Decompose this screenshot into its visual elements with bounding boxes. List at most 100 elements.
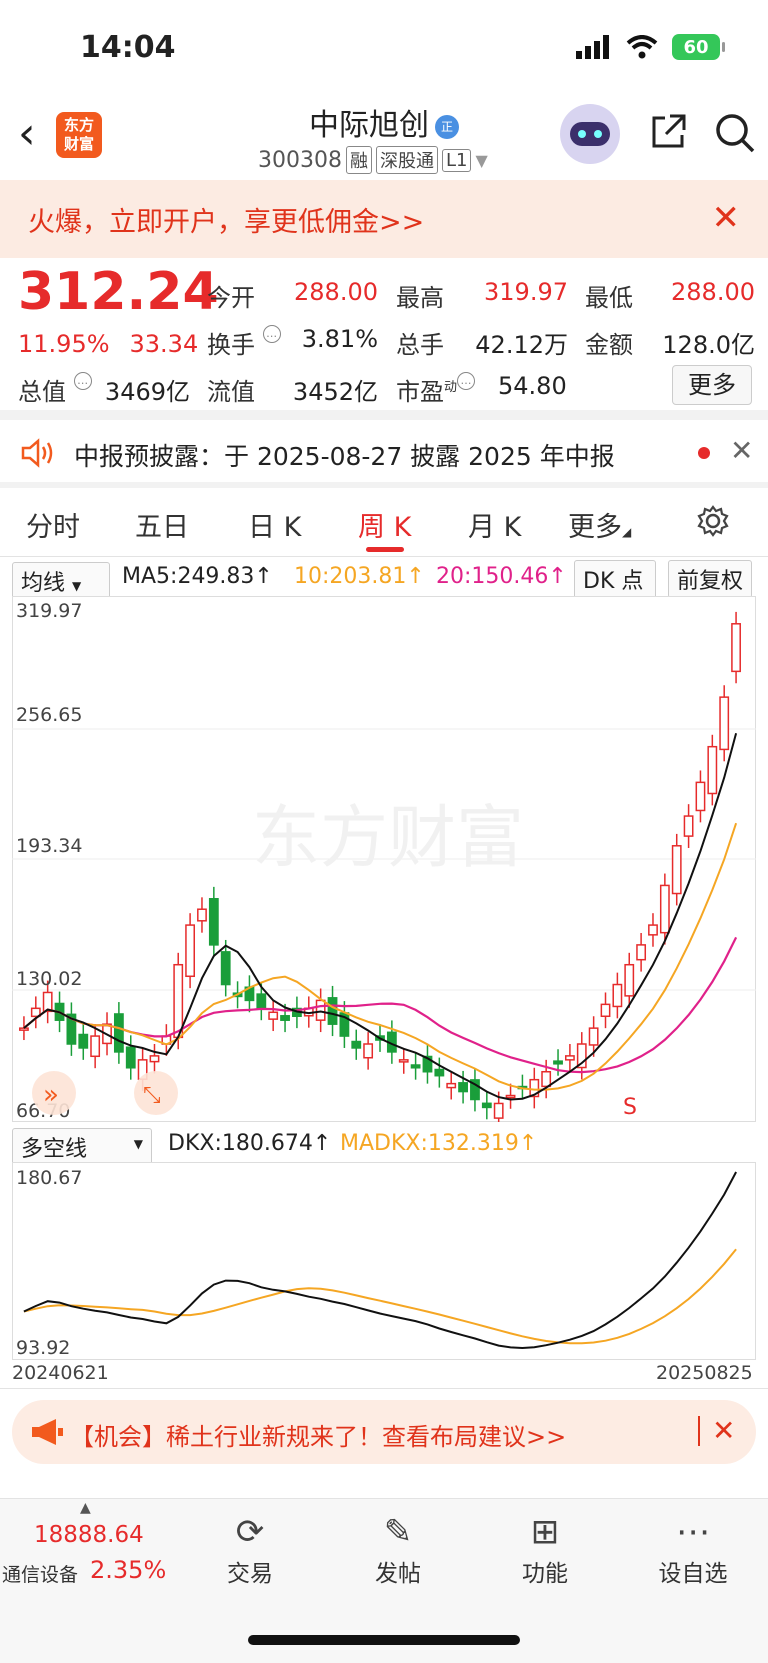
more-dots-icon: ⋯ bbox=[676, 1512, 710, 1552]
assistant-robot-icon[interactable] bbox=[560, 104, 620, 164]
candle-body bbox=[19, 1027, 29, 1031]
candle-body bbox=[268, 1011, 279, 1020]
nav-functions[interactable]: ⊞ 功能 bbox=[490, 1510, 600, 1588]
dkx-chart[interactable]: 180.67 93.92 bbox=[12, 1162, 756, 1360]
signal-icon bbox=[576, 35, 609, 59]
candle-body bbox=[220, 951, 231, 986]
divider bbox=[0, 410, 768, 420]
chevron-down-icon: ▼ bbox=[475, 150, 488, 170]
open-account-text[interactable]: 火爆，立即开户，享更低佣金>> bbox=[28, 200, 424, 239]
field-value-pe: 54.80 bbox=[498, 372, 567, 400]
candle-body bbox=[113, 1013, 124, 1053]
last-price: 312.24 bbox=[18, 262, 219, 322]
field-label-amount: 金额 bbox=[585, 331, 633, 359]
candlestick-chart[interactable]: 东方财富 319.97 256.65 193.34 130.02 66.70 S… bbox=[12, 596, 756, 1122]
field-value-amount: 128.0亿 bbox=[662, 331, 755, 359]
madkx-readout: MADKX:132.319↑ bbox=[340, 1131, 538, 1156]
candle-body bbox=[410, 1064, 421, 1069]
y-tick-label: 130.02 bbox=[16, 968, 82, 990]
candle-body bbox=[624, 963, 635, 997]
candle-body bbox=[125, 1046, 136, 1069]
sector-name[interactable]: 通信设备 bbox=[2, 1560, 78, 1587]
candle-body bbox=[588, 1027, 599, 1046]
y-tick-label: 193.34 bbox=[16, 835, 82, 857]
adjust-select[interactable]: 前复权 bbox=[668, 560, 752, 598]
info-icon: … bbox=[73, 372, 92, 390]
candle-body bbox=[173, 963, 184, 1039]
tab-daily-k[interactable]: 日 K bbox=[248, 505, 301, 544]
candle-body bbox=[600, 1003, 611, 1018]
candle-body bbox=[197, 908, 207, 922]
candle-body bbox=[208, 898, 219, 946]
divider bbox=[698, 1416, 700, 1446]
nav-post[interactable]: ✎ 发帖 bbox=[343, 1510, 453, 1588]
tab-intraday[interactable]: 分时 bbox=[26, 505, 80, 544]
field-value-low: 288.00 bbox=[671, 278, 755, 306]
candle-body bbox=[149, 1055, 160, 1063]
divider bbox=[0, 556, 768, 557]
close-icon[interactable]: ✕ bbox=[712, 1414, 735, 1447]
field-value-total-cap: 3469亿 bbox=[104, 378, 190, 406]
tag-level: L1 bbox=[441, 148, 472, 172]
tab-five-day[interactable]: 五日 bbox=[135, 505, 189, 544]
candle-body bbox=[636, 944, 647, 961]
tag-margin: 融 bbox=[345, 146, 372, 174]
candle-body bbox=[671, 845, 682, 895]
settings-icon[interactable] bbox=[696, 504, 730, 538]
close-icon[interactable]: ✕ bbox=[730, 434, 753, 467]
x-tick-label-end: 20250825 bbox=[656, 1362, 753, 1384]
tab-monthly-k[interactable]: 月 K bbox=[468, 505, 521, 544]
field-label-low: 最低 bbox=[585, 284, 633, 312]
tab-more[interactable]: 更多◢ bbox=[568, 505, 631, 544]
candle-body bbox=[90, 1035, 101, 1058]
candle-body bbox=[280, 1015, 290, 1021]
candle-body bbox=[327, 997, 338, 1025]
field-label-float-cap: 流值 bbox=[207, 378, 255, 406]
watermark: 东方财富 bbox=[252, 799, 524, 878]
share-icon[interactable] bbox=[648, 112, 688, 152]
field-value-turnover: 3.81% bbox=[301, 325, 378, 353]
sub-indicator-select[interactable]: 多空线 ▼ bbox=[12, 1128, 152, 1166]
candle-body bbox=[553, 1060, 563, 1065]
stock-code: 300308 bbox=[258, 147, 342, 173]
ma-select[interactable]: 均线 ▼ bbox=[12, 562, 110, 600]
field-value-volume: 42.12万 bbox=[475, 331, 568, 359]
candle-body bbox=[185, 924, 196, 978]
candle-body bbox=[648, 924, 658, 936]
y-tick-label: 93.92 bbox=[16, 1337, 70, 1359]
status-time: 14:04 bbox=[80, 30, 176, 65]
more-button[interactable]: 更多 bbox=[672, 365, 752, 405]
tag-connect: 深股通 bbox=[375, 146, 438, 174]
candle-body bbox=[351, 1040, 362, 1049]
candle-body bbox=[446, 1082, 457, 1089]
sector-index-value[interactable]: 18888.64 bbox=[34, 1522, 144, 1548]
search-icon[interactable] bbox=[714, 112, 756, 154]
field-value-float-cap: 3452亿 bbox=[292, 378, 378, 406]
candle-body bbox=[505, 1094, 516, 1099]
candle-body bbox=[719, 696, 730, 751]
field-label-turnover: 换手 … bbox=[207, 325, 281, 360]
close-icon[interactable]: ✕ bbox=[712, 198, 741, 238]
stock-code-row[interactable]: 300308 融 深股通 L1 ▼ bbox=[258, 146, 488, 174]
field-label-open: 今开 bbox=[207, 284, 255, 312]
candle-body bbox=[541, 1070, 552, 1088]
y-tick-label: 319.97 bbox=[16, 600, 82, 622]
home-indicator bbox=[248, 1635, 520, 1645]
candle-body bbox=[707, 745, 718, 795]
candle-body bbox=[695, 781, 706, 812]
sector-change[interactable]: 2.35% bbox=[90, 1556, 166, 1584]
candle-body bbox=[481, 1102, 492, 1109]
candle-body bbox=[612, 983, 623, 1008]
divider bbox=[0, 482, 768, 488]
opportunity-text[interactable]: 【机会】稀土行业新规来了！查看布局建议>> bbox=[70, 1417, 566, 1452]
report-notice-text[interactable]: 中报预披露：于 2025-08-27 披露 2025 年中报 bbox=[74, 437, 615, 473]
candle-body bbox=[315, 999, 326, 1021]
verified-badge-icon: 正 bbox=[435, 114, 459, 139]
nav-trade[interactable]: ⟳ 交易 bbox=[195, 1510, 305, 1588]
nav-add-watchlist[interactable]: ⋯ 设自选 bbox=[638, 1510, 748, 1588]
candle-body bbox=[398, 1059, 409, 1063]
ma20-readout: 20:150.46↑ bbox=[436, 564, 567, 589]
tab-weekly-k[interactable]: 周 K bbox=[358, 505, 411, 544]
candle-body bbox=[363, 1043, 374, 1059]
status-icons: 60 bbox=[576, 34, 725, 60]
